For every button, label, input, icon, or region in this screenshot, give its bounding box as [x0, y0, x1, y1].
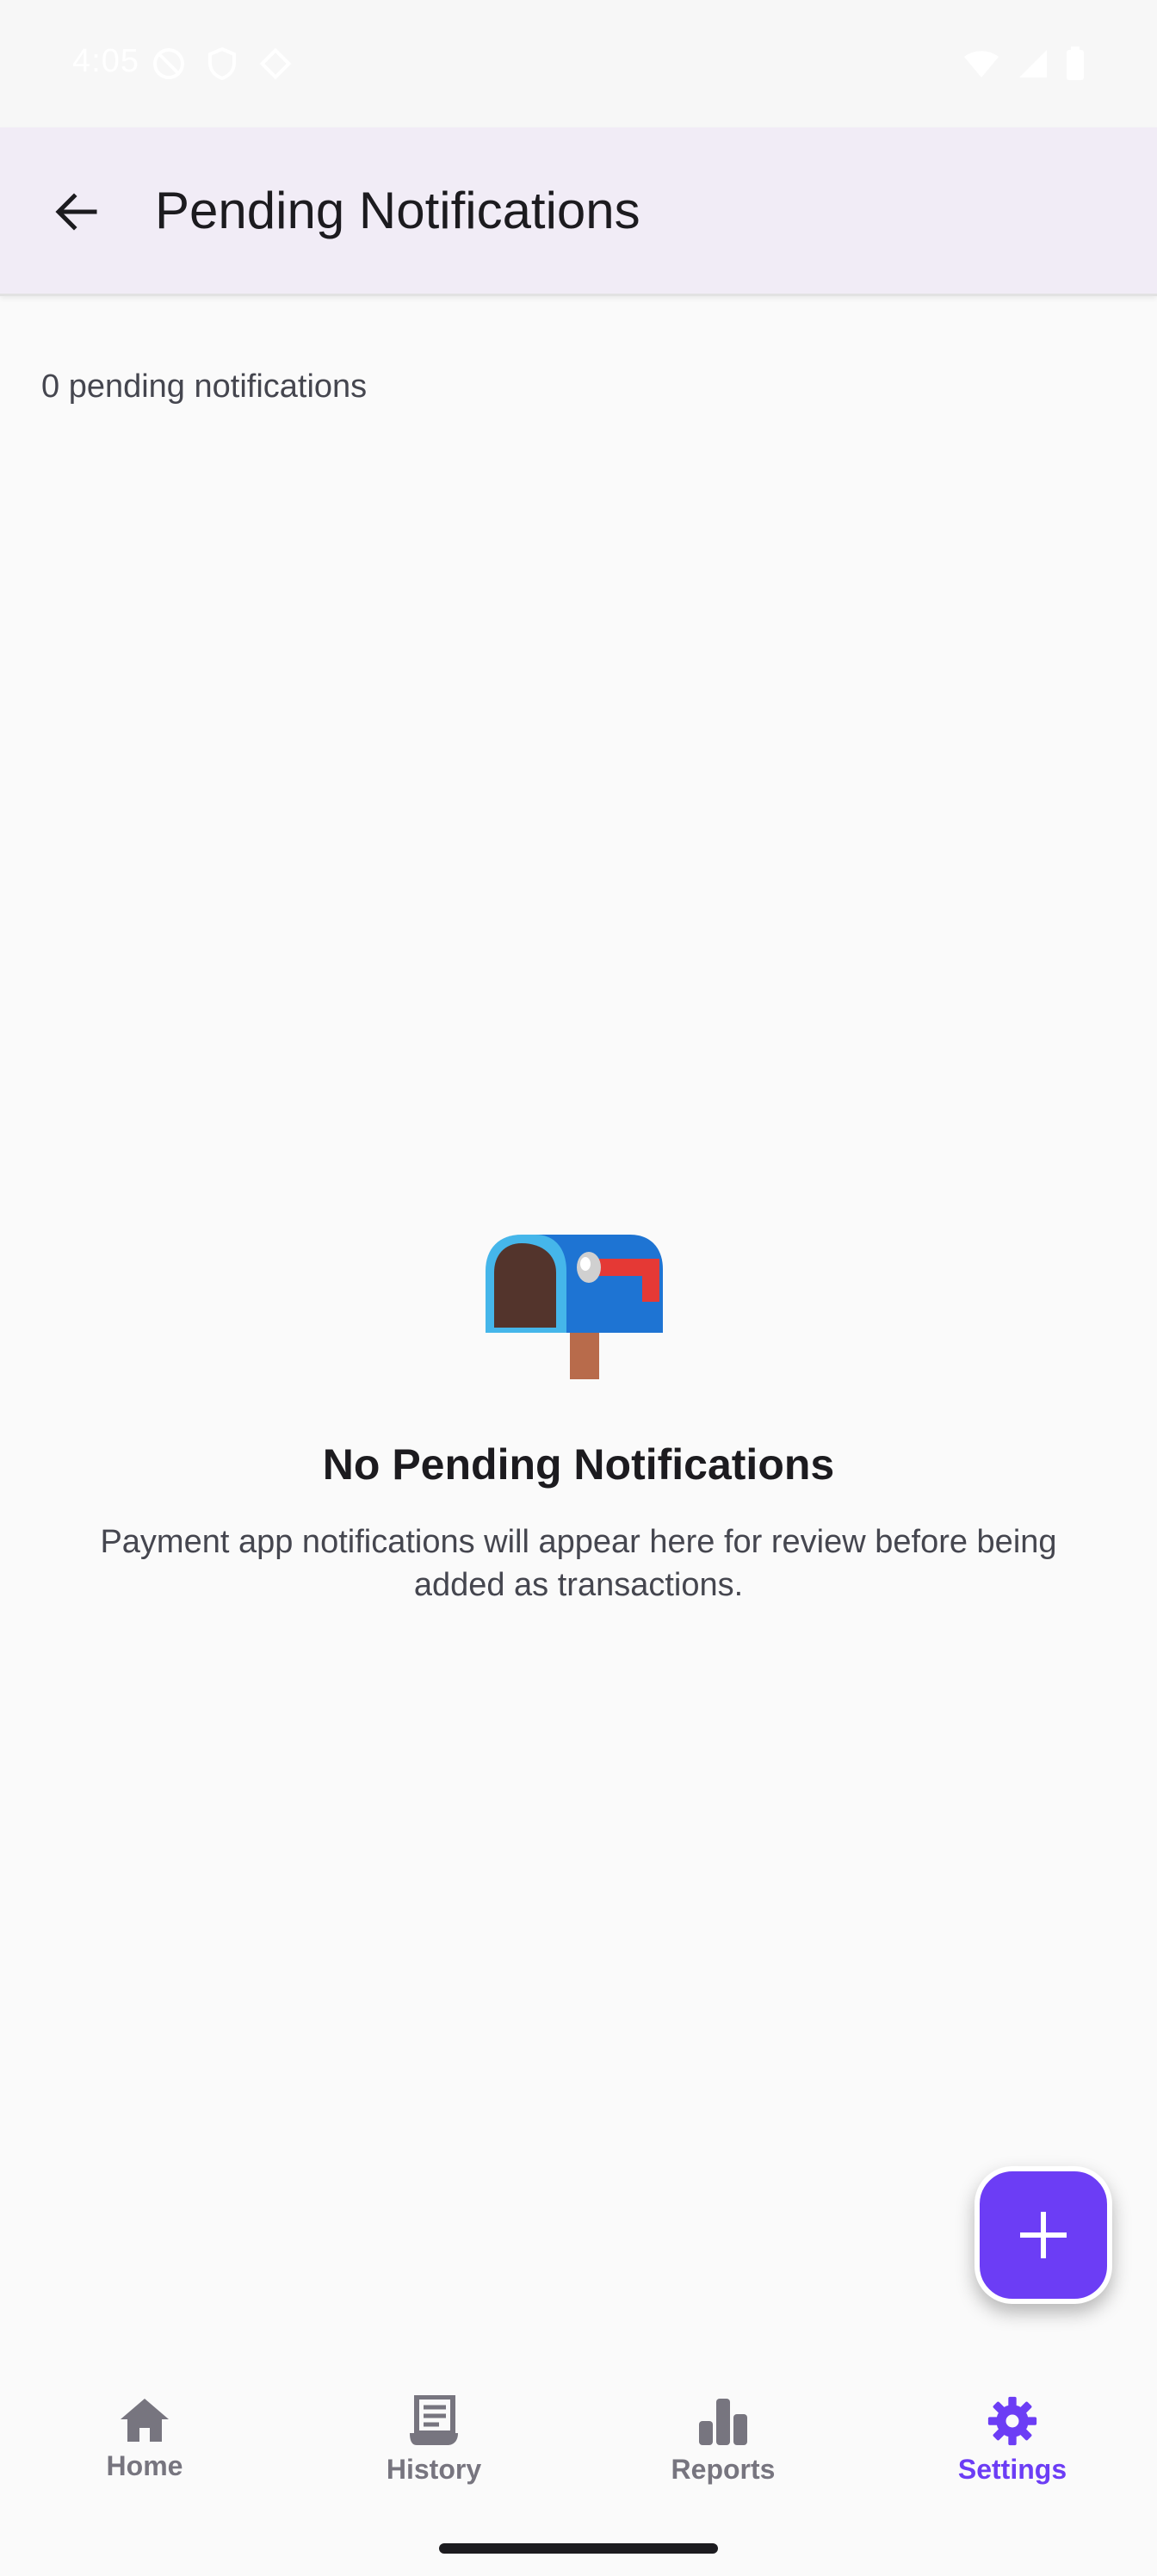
empty-state-title: No Pending Notifications	[322, 1440, 835, 1489]
nav-item-settings[interactable]: Settings	[868, 2395, 1157, 2499]
empty-state: No Pending Notifications Payment app not…	[0, 1223, 1157, 1607]
battery-icon	[1067, 46, 1084, 80]
gear-icon	[987, 2396, 1037, 2446]
home-icon	[121, 2399, 169, 2442]
plus-icon	[1020, 2212, 1067, 2258]
nav-label-home: Home	[106, 2450, 183, 2481]
arrow-back-icon	[55, 193, 97, 231]
nav-label-history: History	[386, 2454, 482, 2485]
do-not-disturb-icon	[153, 48, 184, 79]
add-notification-fab[interactable]	[974, 2166, 1112, 2304]
bar-chart-icon	[699, 2399, 747, 2445]
pending-count-text: 0 pending notifications	[41, 368, 368, 405]
nav-label-settings: Settings	[957, 2454, 1067, 2485]
location-diamond-icon	[259, 47, 292, 80]
wifi-icon	[964, 51, 999, 77]
receipt-icon	[410, 2395, 458, 2445]
bottom-navigation: Home History Reports Settings	[0, 2349, 1157, 2576]
nav-item-home[interactable]: Home	[0, 2395, 289, 2499]
pending-notifications-screen: 4:05 Pending Notifications 0 pending not…	[0, 0, 1157, 2576]
status-time: 4:05	[72, 43, 139, 79]
home-indicator[interactable]	[439, 2543, 718, 2554]
nav-label-reports: Reports	[671, 2454, 776, 2485]
status-icons-left	[152, 46, 293, 81]
mailbox-icon	[486, 1235, 663, 1379]
app-bar: Pending Notifications	[0, 127, 1157, 296]
vpn-shield-icon	[208, 46, 236, 81]
status-icons-right	[962, 46, 1085, 81]
nav-item-history[interactable]: History	[289, 2395, 578, 2499]
status-bar: 4:05	[0, 0, 1157, 127]
empty-state-description: Payment app notifications will appear he…	[100, 1524, 1057, 1603]
cellular-signal-icon	[1019, 50, 1047, 77]
page-title: Pending Notifications	[155, 182, 640, 239]
nav-item-reports[interactable]: Reports	[578, 2395, 868, 2499]
back-button[interactable]	[34, 170, 117, 253]
